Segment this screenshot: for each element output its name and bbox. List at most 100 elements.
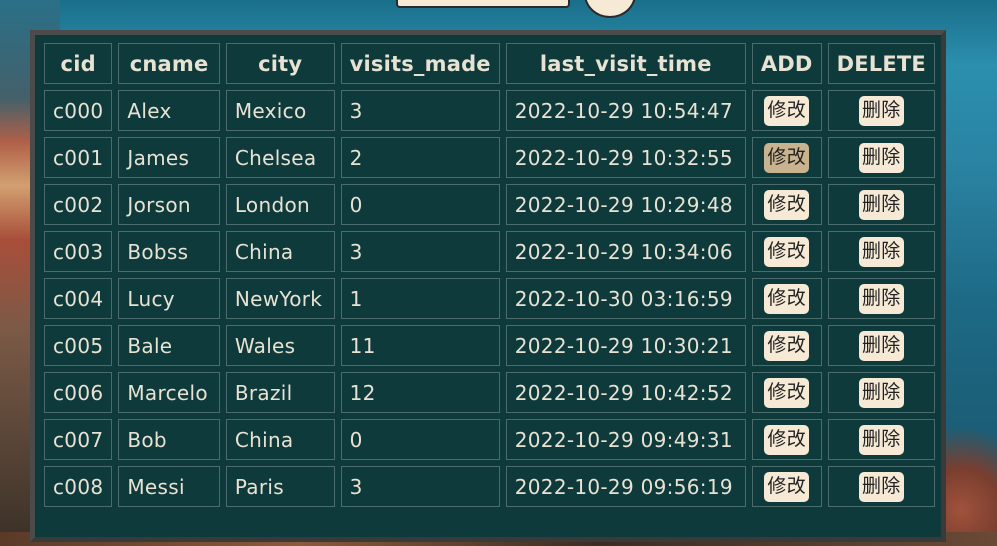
cell-last-visit-time: 2022-10-29 10:34:06 [505,231,746,272]
cell-delete: 删除 [827,137,935,178]
cell-cname: Bale [118,325,220,366]
cell-last-visit-time: 2022-10-29 10:29:48 [505,184,746,225]
cell-cname: Bobss [118,231,220,272]
search-input[interactable] [396,0,570,8]
cell-cname: Jorson [118,184,220,225]
edit-button[interactable]: 修改 [764,283,809,314]
cell-visits-made: 2 [340,137,500,178]
cell-cid: c004 [44,278,113,319]
cell-delete: 删除 [827,372,935,413]
edit-button[interactable]: 修改 [764,424,809,455]
header-cid: cid [44,43,113,84]
table-header-row: cid cname city visits_made last_visit_ti… [44,43,935,84]
cell-cid: c007 [44,419,113,460]
cell-last-visit-time: 2022-10-29 10:30:21 [505,325,746,366]
cell-add: 修改 [751,372,822,413]
table-row: c004 Lucy NewYork 1 2022-10-30 03:16:59 修改 删除 [44,278,935,319]
cell-city: London [225,184,335,225]
cell-visits-made: 3 [340,90,500,131]
edit-button[interactable]: 修改 [764,377,809,408]
customer-table-panel: cid cname city visits_made last_visit_ti… [30,30,946,542]
header-visits-made: visits_made [340,43,500,84]
round-button[interactable] [584,0,636,18]
table-row: c000 Alex Mexico 3 2022-10-29 10:54:47 修改 删除 [44,90,935,131]
cell-visits-made: 1 [340,278,500,319]
edit-button[interactable]: 修改 [764,330,809,361]
table-row: c001 James Chelsea 2 2022-10-29 10:32:55 修改 删除 [44,137,935,178]
cell-add: 修改 [751,231,822,272]
cell-delete: 删除 [827,184,935,225]
cell-city: NewYork [225,278,335,319]
header-last-visit-time: last_visit_time [505,43,746,84]
cell-cname: Marcelo [118,372,220,413]
cell-add: 修改 [751,419,822,460]
cell-delete: 删除 [827,278,935,319]
cell-visits-made: 3 [340,466,500,507]
table-row: c005 Bale Wales 11 2022-10-29 10:30:21 修改 删除 [44,325,935,366]
cell-add: 修改 [751,466,822,507]
cell-delete: 删除 [827,325,935,366]
cell-cid: c000 [44,90,113,131]
cell-cid: c008 [44,466,113,507]
cell-add: 修改 [751,90,822,131]
cell-last-visit-time: 2022-10-29 10:42:52 [505,372,746,413]
table-row: c008 Messi Paris 3 2022-10-29 09:56:19 修改 删除 [44,466,935,507]
cell-add: 修改 [751,278,822,319]
edit-button[interactable]: 修改 [764,236,809,267]
cell-visits-made: 12 [340,372,500,413]
delete-button[interactable]: 删除 [859,236,904,267]
delete-button[interactable]: 删除 [859,95,904,126]
cell-delete: 删除 [827,90,935,131]
cell-visits-made: 0 [340,184,500,225]
cell-add: 修改 [751,325,822,366]
delete-button[interactable]: 删除 [859,189,904,220]
table-row: c006 Marcelo Brazil 12 2022-10-29 10:42:52 修改… [44,372,935,413]
customer-table: cid cname city visits_made last_visit_ti… [38,37,941,513]
cell-cid: c002 [44,184,113,225]
cell-cid: c001 [44,137,113,178]
cell-cid: c003 [44,231,113,272]
cell-last-visit-time: 2022-10-30 03:16:59 [505,278,746,319]
delete-button[interactable]: 删除 [859,142,904,173]
cell-last-visit-time: 2022-10-29 09:49:31 [505,419,746,460]
table-row: c003 Bobss China 3 2022-10-29 10:34:06 修改 删除 [44,231,935,272]
delete-button[interactable]: 删除 [859,424,904,455]
edit-button[interactable]: 修改 [764,471,809,502]
cell-visits-made: 0 [340,419,500,460]
table-row: c007 Bob China 0 2022-10-29 09:49:31 修改 删除 [44,419,935,460]
cell-cid: c005 [44,325,113,366]
edit-button[interactable]: 修改 [764,142,809,173]
cell-delete: 删除 [827,466,935,507]
header-cname: cname [118,43,220,84]
delete-button[interactable]: 删除 [859,283,904,314]
header-add: ADD [751,43,822,84]
cell-cname: Messi [118,466,220,507]
cell-city: Chelsea [225,137,335,178]
cell-delete: 删除 [827,419,935,460]
edit-button[interactable]: 修改 [764,189,809,220]
cell-cid: c006 [44,372,113,413]
table-row: c002 Jorson London 0 2022-10-29 10:29:48 修改 删除 [44,184,935,225]
cell-visits-made: 11 [340,325,500,366]
cell-city: Mexico [225,90,335,131]
cell-city: Brazil [225,372,335,413]
delete-button[interactable]: 删除 [859,377,904,408]
cell-cname: James [118,137,220,178]
cell-city: China [225,231,335,272]
cell-city: Wales [225,325,335,366]
cell-add: 修改 [751,184,822,225]
cell-city: Paris [225,466,335,507]
cell-last-visit-time: 2022-10-29 10:32:55 [505,137,746,178]
cell-last-visit-time: 2022-10-29 09:56:19 [505,466,746,507]
delete-button[interactable]: 删除 [859,330,904,361]
cell-city: China [225,419,335,460]
cell-add: 修改 [751,137,822,178]
edit-button[interactable]: 修改 [764,95,809,126]
cell-visits-made: 3 [340,231,500,272]
cell-cname: Alex [118,90,220,131]
header-city: city [225,43,335,84]
header-delete: DELETE [827,43,935,84]
cell-last-visit-time: 2022-10-29 10:54:47 [505,90,746,131]
delete-button[interactable]: 删除 [859,471,904,502]
cell-cname: Lucy [118,278,220,319]
